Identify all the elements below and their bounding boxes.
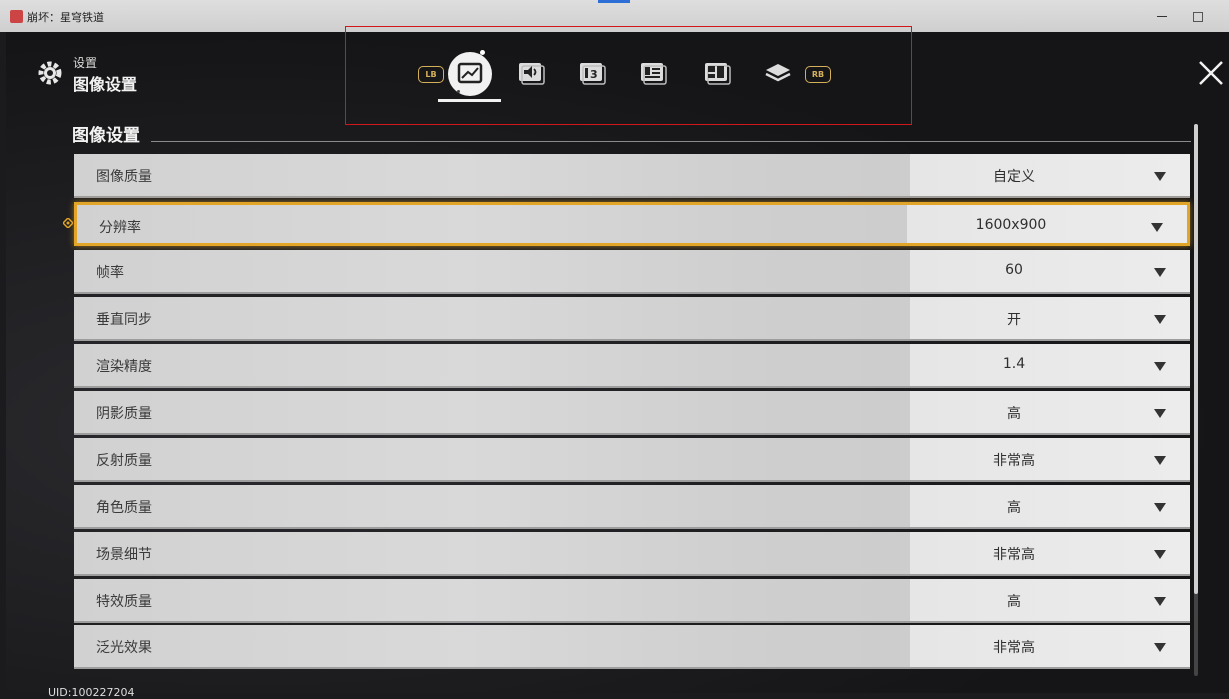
active-tab-underline xyxy=(438,99,501,102)
app-icon xyxy=(10,10,23,23)
tab-layers[interactable] xyxy=(764,60,792,86)
setting-label: 场景细节 xyxy=(96,547,152,563)
setting-value: 高 xyxy=(1007,406,1021,422)
dropdown-arrow-icon[interactable] xyxy=(1154,409,1166,418)
minimize-button[interactable] xyxy=(1157,8,1169,20)
setting-row-render-scale[interactable]: 渲染精度 1.4 xyxy=(74,344,1190,388)
setting-label: 特效质量 xyxy=(96,594,152,610)
setting-row-effects-quality[interactable]: 特效质量 高 xyxy=(74,579,1190,623)
dropdown-arrow-icon[interactable] xyxy=(1154,643,1166,652)
section-title: 图像设置 xyxy=(72,126,140,146)
setting-row-vsync[interactable]: 垂直同步 开 xyxy=(74,297,1190,341)
taskbar-accent xyxy=(598,0,630,3)
header-title: 图像设置 xyxy=(73,75,138,94)
tab-account[interactable] xyxy=(639,60,667,86)
audio-icon xyxy=(519,63,545,85)
dropdown-arrow-icon[interactable] xyxy=(1154,456,1166,465)
setting-row-shadow-quality[interactable]: 阴影质量 高 xyxy=(74,391,1190,435)
controls-layout-icon xyxy=(705,63,731,85)
setting-label: 分辨率 xyxy=(99,220,141,236)
setting-label: 图像质量 xyxy=(96,169,152,185)
setting-label: 帧率 xyxy=(96,265,124,281)
tab-language[interactable]: 3 xyxy=(578,60,606,86)
setting-value: 非常高 xyxy=(993,547,1035,563)
dropdown-arrow-icon[interactable] xyxy=(1151,223,1163,232)
setting-row-image-quality[interactable]: 图像质量 自定义 xyxy=(74,154,1190,198)
setting-label: 泛光效果 xyxy=(96,640,152,656)
language-icon: 3 xyxy=(580,63,606,85)
header-subtitle: 设置 xyxy=(73,56,98,70)
setting-value: 开 xyxy=(1007,312,1021,328)
selection-diamond-icon xyxy=(63,218,73,228)
tab-audio[interactable] xyxy=(517,60,545,86)
setting-label: 反射质量 xyxy=(96,453,152,469)
setting-row-framerate[interactable]: 帧率 60 xyxy=(74,250,1190,294)
setting-row-reflection-quality[interactable]: 反射质量 非常高 xyxy=(74,438,1190,482)
dropdown-arrow-icon[interactable] xyxy=(1154,503,1166,512)
dropdown-arrow-icon[interactable] xyxy=(1154,550,1166,559)
image-settings-icon xyxy=(457,62,483,84)
setting-value: 60 xyxy=(1005,262,1023,278)
tab-indicator-dot xyxy=(457,90,460,93)
dropdown-arrow-icon[interactable] xyxy=(1154,597,1166,606)
lb-button[interactable]: LB xyxy=(418,66,444,83)
tab-image-settings[interactable] xyxy=(448,52,492,96)
dropdown-arrow-icon[interactable] xyxy=(1154,268,1166,277)
setting-value: 高 xyxy=(1007,594,1021,610)
window-title: 崩坏：星穹铁道 xyxy=(27,11,104,24)
close-icon[interactable] xyxy=(1196,58,1226,88)
setting-value: 1.4 xyxy=(1002,356,1026,372)
account-card-icon xyxy=(641,63,667,85)
setting-value: 高 xyxy=(1007,500,1021,516)
setting-value: 自定义 xyxy=(993,169,1035,185)
setting-row-bloom[interactable]: 泛光效果 非常高 xyxy=(74,625,1190,669)
setting-value: 非常高 xyxy=(993,640,1035,656)
dropdown-arrow-icon[interactable] xyxy=(1154,315,1166,324)
setting-label: 角色质量 xyxy=(96,500,152,516)
layers-icon xyxy=(765,64,791,82)
scrollbar-thumb[interactable] xyxy=(1194,124,1198,594)
maximize-button[interactable] xyxy=(1193,12,1203,22)
dropdown-arrow-icon[interactable] xyxy=(1154,172,1166,181)
gear-icon xyxy=(38,61,62,85)
setting-label: 阴影质量 xyxy=(96,406,152,422)
setting-label: 垂直同步 xyxy=(96,312,152,328)
setting-row-resolution[interactable]: 分辨率 1600x900 xyxy=(74,202,1190,246)
rb-button[interactable]: RB xyxy=(805,66,831,83)
setting-row-character-quality[interactable]: 角色质量 高 xyxy=(74,485,1190,529)
game-screen: 设置 图像设置 LB 3 RB 图像设置 图像质量 自定义 分辨率 1600x9… xyxy=(6,26,1229,699)
section-divider xyxy=(151,141,1191,142)
dropdown-arrow-icon[interactable] xyxy=(1154,362,1166,371)
setting-row-scene-detail[interactable]: 场景细节 非常高 xyxy=(74,532,1190,576)
svg-text:3: 3 xyxy=(590,68,598,81)
setting-value: 1600x900 xyxy=(975,217,1047,233)
setting-value: 非常高 xyxy=(993,453,1035,469)
setting-label: 渲染精度 xyxy=(96,359,152,375)
tab-controls[interactable] xyxy=(703,60,731,86)
